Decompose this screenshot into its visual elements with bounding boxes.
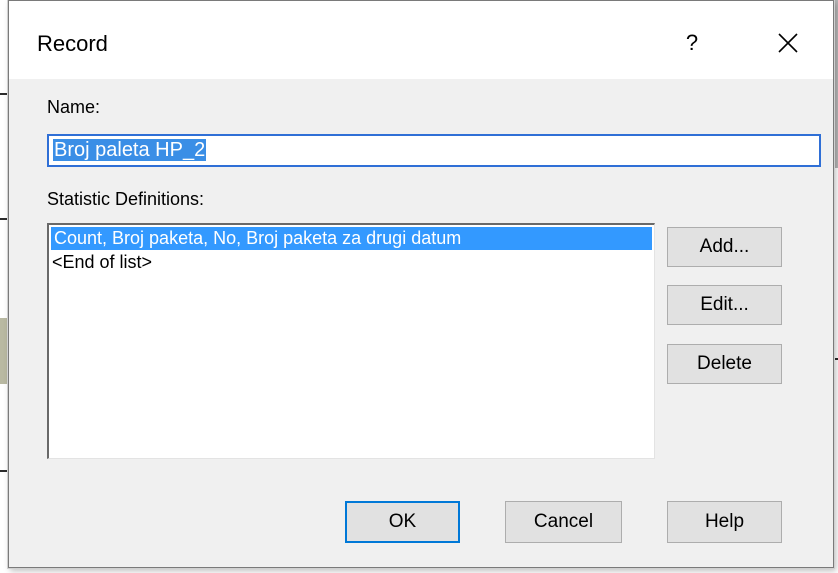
help-button[interactable]: Help — [667, 501, 782, 543]
add-button[interactable]: Add... — [667, 227, 782, 267]
name-field[interactable]: Broj paleta HP_2 — [47, 134, 821, 167]
background-line — [0, 470, 8, 472]
dialog-title: Record — [37, 31, 108, 56]
list-item[interactable]: <End of list> — [49, 250, 654, 274]
background-line — [0, 218, 8, 220]
name-field-value: Broj paleta HP_2 — [53, 139, 207, 161]
help-icon[interactable]: ? — [669, 23, 715, 63]
edit-button[interactable]: Edit... — [667, 285, 782, 325]
list-item[interactable]: Count, Broj paketa, No, Broj paketa za d… — [51, 227, 652, 250]
delete-button[interactable]: Delete — [667, 344, 782, 384]
statistic-definitions-label: Statistic Definitions: — [47, 189, 205, 209]
title-bar: Record ? — [9, 1, 833, 79]
ok-button[interactable]: OK — [345, 501, 460, 543]
background-shape — [0, 318, 8, 384]
close-icon[interactable] — [765, 23, 811, 63]
background-line — [834, 358, 838, 360]
statistic-definitions-list[interactable]: Count, Broj paketa, No, Broj paketa za d… — [47, 223, 655, 459]
background-shape — [834, 0, 838, 168]
cancel-button[interactable]: Cancel — [505, 501, 622, 543]
background-line — [0, 93, 8, 95]
record-dialog: Record ? Name: Broj paleta HP_2 Statisti… — [8, 0, 834, 568]
name-label: Name: — [47, 97, 101, 117]
